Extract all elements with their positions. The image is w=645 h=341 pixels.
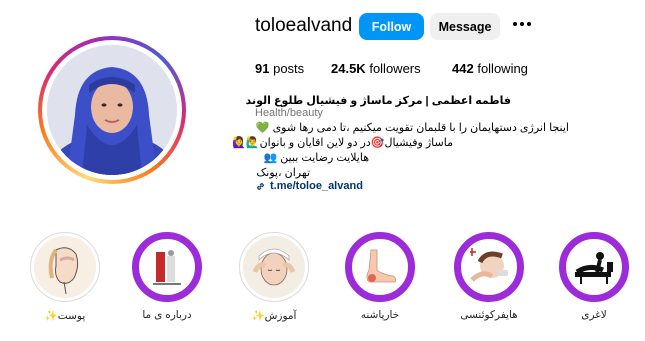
foot-icon — [353, 240, 407, 294]
highlight-about-us[interactable]: درباره ی ما — [132, 232, 202, 321]
highlight-training[interactable]: آموزش✨ — [239, 232, 309, 322]
slimming-massage-icon — [567, 240, 621, 294]
bio-link-text: t.me/toloe_alvand — [270, 180, 363, 192]
highlight-slimming[interactable]: لاغری — [559, 232, 629, 321]
facial-massage-icon — [243, 236, 305, 298]
link-icon — [257, 182, 264, 190]
bio-line-1-text: اینجا انرژی دستهایمان را با قلبمان تقویت… — [272, 122, 569, 134]
green-heart-icon: 💚 — [255, 122, 270, 134]
posts-count: 91 — [255, 61, 270, 76]
highlight-skin[interactable]: پوست✨ — [30, 232, 100, 322]
posts-label: posts — [273, 61, 305, 76]
face-sketch-icon — [34, 236, 96, 298]
bio-category: Health/beauty — [255, 107, 323, 119]
bio-link[interactable]: t.me/toloe_alvand — [255, 180, 363, 192]
highlight-cover — [345, 232, 415, 302]
highlight-cover — [454, 232, 524, 302]
following-stat[interactable]: 442 following — [452, 61, 528, 76]
highlight-label: لاغری — [581, 309, 607, 321]
more-horizontal-icon[interactable] — [513, 22, 531, 26]
following-label: following — [477, 61, 528, 76]
highlight-label: پوست✨ — [44, 310, 86, 322]
follow-button[interactable]: Follow — [359, 13, 424, 40]
bio-line-4: تهران ،پونک — [256, 167, 310, 179]
bio-line-2: ماساژ وفیشیال🎯در دو لاین اقایان و بانوان… — [232, 137, 453, 149]
bio-line-3: هایلایت رضایت ببین 👥 — [255, 151, 369, 164]
highlight-cover — [559, 232, 629, 302]
avatar-photo — [47, 45, 177, 175]
highlight-heel-spur[interactable]: خارپاشنه — [345, 232, 415, 321]
highlight-cover — [30, 232, 100, 302]
highlight-label: خارپاشنه — [360, 309, 400, 321]
highlight-label: درباره ی ما — [142, 309, 192, 321]
highlight-label: هایفرکوئنسی — [460, 309, 518, 321]
followers-stat[interactable]: 24.5K followers — [331, 61, 421, 76]
username: toloealvand — [255, 15, 353, 36]
people-icon: 👥 — [263, 152, 278, 164]
bio-full-name: فاطمه اعظمی | مرکز ماساژ و فیشیال طلوع ا… — [245, 95, 511, 107]
clinic-icon — [140, 240, 194, 294]
highlight-label: آموزش✨ — [251, 310, 297, 322]
highlight-cover — [239, 232, 309, 302]
hifu-treatment-icon — [462, 240, 516, 294]
avatar[interactable] — [47, 45, 177, 175]
posts-stat: 91 posts — [255, 61, 304, 76]
highlight-cover — [132, 232, 202, 302]
followers-count: 24.5K — [331, 61, 366, 76]
message-button[interactable]: Message — [430, 13, 500, 40]
bio-line-1: اینجا انرژی دستهایمان را با قلبمان تقویت… — [255, 121, 569, 134]
bio-line-3-text: هایلایت رضایت ببین — [280, 152, 369, 164]
highlight-hifu[interactable]: هایفرکوئنسی — [454, 232, 524, 321]
followers-label: followers — [369, 61, 421, 76]
following-count: 442 — [452, 61, 474, 76]
